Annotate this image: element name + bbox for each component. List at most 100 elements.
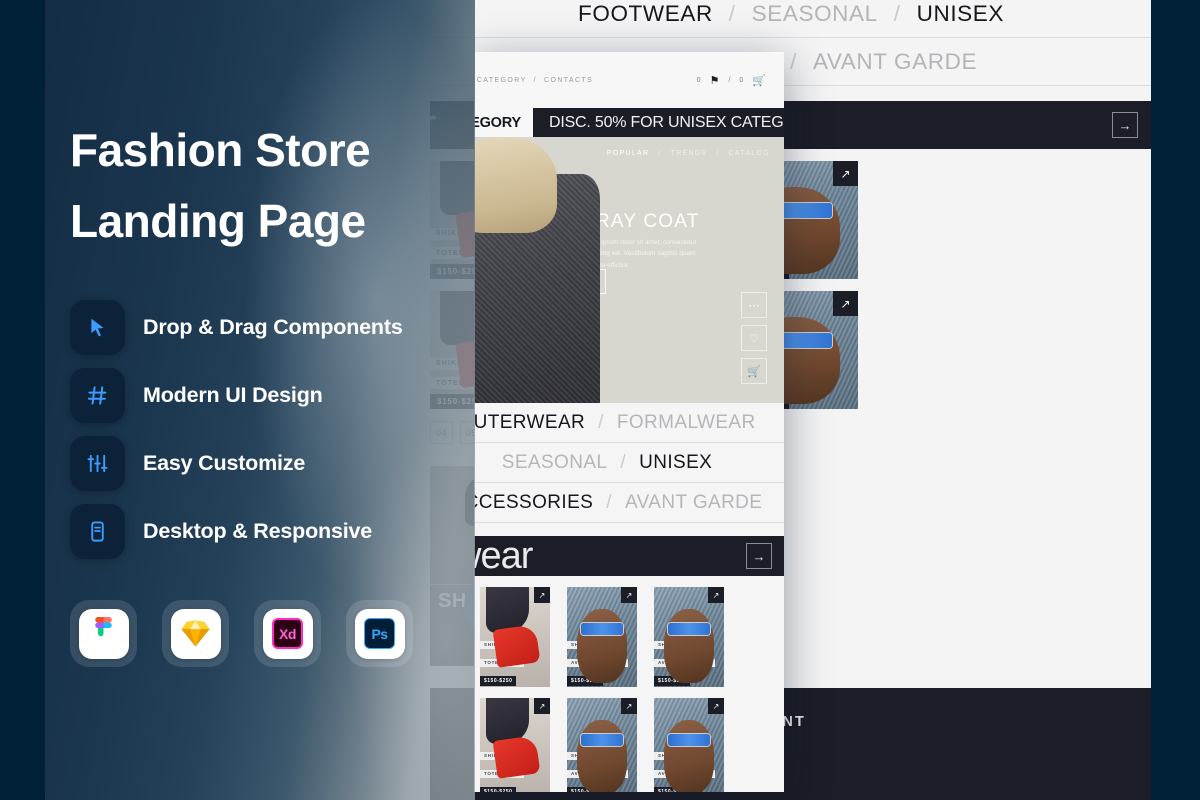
product-name: AVIATOR GLASSES	[654, 658, 715, 667]
heart-icon[interactable]: ♡	[741, 325, 767, 351]
arrow-up-right-icon[interactable]: ↗	[581, 269, 606, 294]
cc-nav-separator: /	[533, 76, 538, 84]
center-mockup-card: SHOP / CATEGORY / CONTACTS 0 ⚑ / 0 🛒 CAT…	[474, 52, 784, 792]
right-navy-edge	[1151, 0, 1200, 800]
figma-app-tile[interactable]	[70, 600, 137, 667]
product-brand: SHIKAWA	[480, 640, 514, 649]
figma-app-icon	[78, 608, 129, 659]
cursor-icon	[70, 299, 125, 355]
arrow-right-icon[interactable]: →	[1112, 112, 1138, 138]
cc-banner-text: DISC. 50% FOR UNISEX CATEGORY	[532, 108, 784, 137]
sketch-app-tile[interactable]	[162, 600, 229, 667]
arrow-up-right-icon[interactable]: ↗	[534, 698, 550, 714]
cc-nav-actions: 0 ⚑ / 0 🛒	[697, 74, 766, 87]
app-icon-row: Xd Ps	[70, 600, 438, 667]
arrow-up-right-icon[interactable]: ↗	[833, 291, 858, 316]
cc-product-card[interactable]: ↗ SHIKAWA AVIATOR GLASSES $150-$250	[567, 698, 637, 792]
cart-icon[interactable]: 🛒	[752, 74, 766, 87]
cc-hero-separator: /	[658, 150, 662, 157]
center-card-inner: SHOP / CATEGORY / CONTACTS 0 ⚑ / 0 🛒 CAT…	[474, 52, 784, 792]
adobe-xd-app-tile[interactable]: Xd	[254, 600, 321, 667]
product-brand: SHIKAWA	[480, 751, 514, 760]
cc-category-row-1[interactable]: OUTERWEAR / FORMALWEAR	[474, 403, 784, 443]
photoshop-label: Ps	[364, 618, 395, 649]
cc-cat-accessories[interactable]: ACCESSORIES	[474, 492, 593, 514]
rm-cat-footwear[interactable]: FOOTWEAR	[578, 1, 713, 27]
cc-section-band: Outerwear →	[474, 534, 784, 577]
product-photo: ↗ SHIKAWA AVIATOR GLASSES $150-$250	[654, 698, 724, 792]
product-meta: SHIKAWA TOTED BAGS $150-$250	[480, 633, 525, 687]
cc-nav-links: SHOP / CATEGORY / CONTACTS	[474, 77, 593, 84]
cc-nav-separator: /	[728, 76, 731, 84]
cc-hero-separator: /	[716, 150, 720, 157]
product-meta: SHIKAWA AVIATOR GLASSES $150-$250	[654, 633, 715, 687]
cc-promo-banner: CATEGORY DISC. 50% FOR UNISEX CATEGORY	[474, 108, 784, 137]
arrow-up-right-icon[interactable]: ↗	[621, 587, 637, 603]
cc-section-title: Outerwear	[474, 534, 533, 577]
product-photo: ↗ SHIKAWA TOTED BAGS $150-$250	[480, 698, 550, 792]
feature-label: Modern UI Design	[143, 382, 323, 407]
page-title-line-1: Fashion Store	[70, 124, 371, 176]
bell-icon[interactable]: ⚑	[710, 74, 720, 87]
adobe-xd-app-icon: Xd	[262, 608, 313, 659]
cc-hero-links: POPULAR / TRENDS / CATALOG	[607, 150, 770, 157]
arrow-up-right-icon[interactable]: ↗	[534, 587, 550, 603]
product-name: AVIATOR GLASSES	[654, 769, 715, 778]
photoshop-app-tile[interactable]: Ps	[346, 600, 413, 667]
cc-cat-formalwear[interactable]: FORMALWEAR	[617, 412, 756, 434]
cc-category-row-3[interactable]: ACCESSORIES / AVANT GARDE	[474, 483, 784, 523]
promo-content: Fashion Store Landing Page Drop & Drag C…	[0, 0, 475, 800]
sketch-app-icon	[170, 608, 221, 659]
cc-hero-link-catalog[interactable]: CATALOG	[728, 150, 770, 157]
cc-nav-category[interactable]: CATEGORY	[477, 77, 527, 84]
cc-cat-seasonal[interactable]: SEASONAL	[502, 452, 608, 474]
arrow-up-right-icon[interactable]: ↗	[621, 698, 637, 714]
product-name: TOTED BAGS	[480, 769, 525, 778]
arrow-up-right-icon[interactable]: ↗	[708, 587, 724, 603]
cc-product-card[interactable]: ↗ SHIKAWA AVIATOR GLASSES $150-$250	[567, 587, 637, 687]
cc-hero-title: GRAY COAT	[580, 211, 700, 232]
cc-nav-contacts[interactable]: CONTACTS	[544, 77, 593, 84]
cc-hero-description: Lorem ipsum dolor sit amet, consectetur …	[581, 239, 697, 269]
page-title: Fashion Store Landing Page	[70, 115, 460, 258]
product-price: $150-$250	[480, 676, 517, 686]
hash-icon	[70, 367, 125, 423]
product-price: $150-$250	[654, 676, 691, 686]
arrow-right-icon[interactable]: →	[746, 543, 772, 569]
product-brand: SHIKAWA	[654, 751, 688, 760]
rm-cat-avant-garde[interactable]: AVANT GARDE	[813, 49, 977, 75]
cc-product-card[interactable]: ↗ SHIKAWA TOTED BAGS $150-$250	[480, 698, 550, 792]
product-meta: SHIKAWA AVIATOR GLASSES $150-$250	[567, 744, 628, 792]
cc-cat-outerwear[interactable]: OUTERWEAR	[474, 412, 585, 434]
product-price: $150-$250	[654, 787, 691, 792]
cc-product-card[interactable]: ↗ SHIKAWA AVIATOR GLASSES $150-$250	[654, 587, 724, 687]
product-photo: ↗ SHIKAWA AVIATOR GLASSES $150-$250	[567, 587, 637, 687]
arrow-up-right-icon[interactable]: ↗	[833, 161, 858, 186]
rm-separator: /	[728, 0, 736, 26]
cc-product-card[interactable]: ↗ SHIKAWA TOTED BAGS $150-$250	[480, 587, 550, 687]
cc-product-grid-row-1: ↗ SHIKAWA TOTED BAGS $150-$250 ↗ SHIKAWA…	[474, 576, 784, 687]
cc-banner-tag: CATEGORY	[474, 108, 533, 137]
rm-category-row-1[interactable]: FOOTWEAR / SEASONAL / UNISEX	[430, 0, 1152, 38]
wishlist-count: 0	[696, 76, 701, 84]
cc-product-card[interactable]: ↗ SHIKAWA AVIATOR GLASSES $150-$250	[654, 698, 724, 792]
rm-cat-unisex[interactable]: UNISEX	[917, 1, 1004, 27]
cc-category-row-2[interactable]: SEASONAL / UNISEX	[474, 443, 784, 483]
cc-hero-link-trends[interactable]: TRENDS	[671, 150, 708, 157]
rm-cat-seasonal[interactable]: SEASONAL	[752, 1, 878, 27]
cc-cat-avant-garde[interactable]: AVANT GARDE	[625, 492, 762, 514]
product-price: $150-$250	[567, 787, 604, 792]
cart-icon[interactable]: 🛒	[741, 358, 767, 384]
sliders-icon	[70, 435, 125, 491]
photoshop-app-icon: Ps	[354, 608, 405, 659]
cc-hero-link-popular[interactable]: POPULAR	[607, 150, 650, 157]
product-meta: SHIKAWA AVIATOR GLASSES $150-$250	[567, 633, 628, 687]
cc-separator: /	[620, 451, 627, 473]
arrow-up-right-icon[interactable]: ↗	[708, 698, 724, 714]
cc-cat-unisex[interactable]: UNISEX	[639, 452, 712, 474]
diamond-bullet-icon	[559, 215, 572, 228]
more-icon[interactable]: ⋯	[741, 292, 767, 318]
feature-label: Desktop & Responsive	[143, 518, 372, 543]
cc-product-grid-row-2: ↗ SHIKAWA TOTED BAGS $150-$250 ↗ SHIKAWA…	[474, 687, 784, 792]
product-name: AVIATOR GLASSES	[567, 769, 628, 778]
